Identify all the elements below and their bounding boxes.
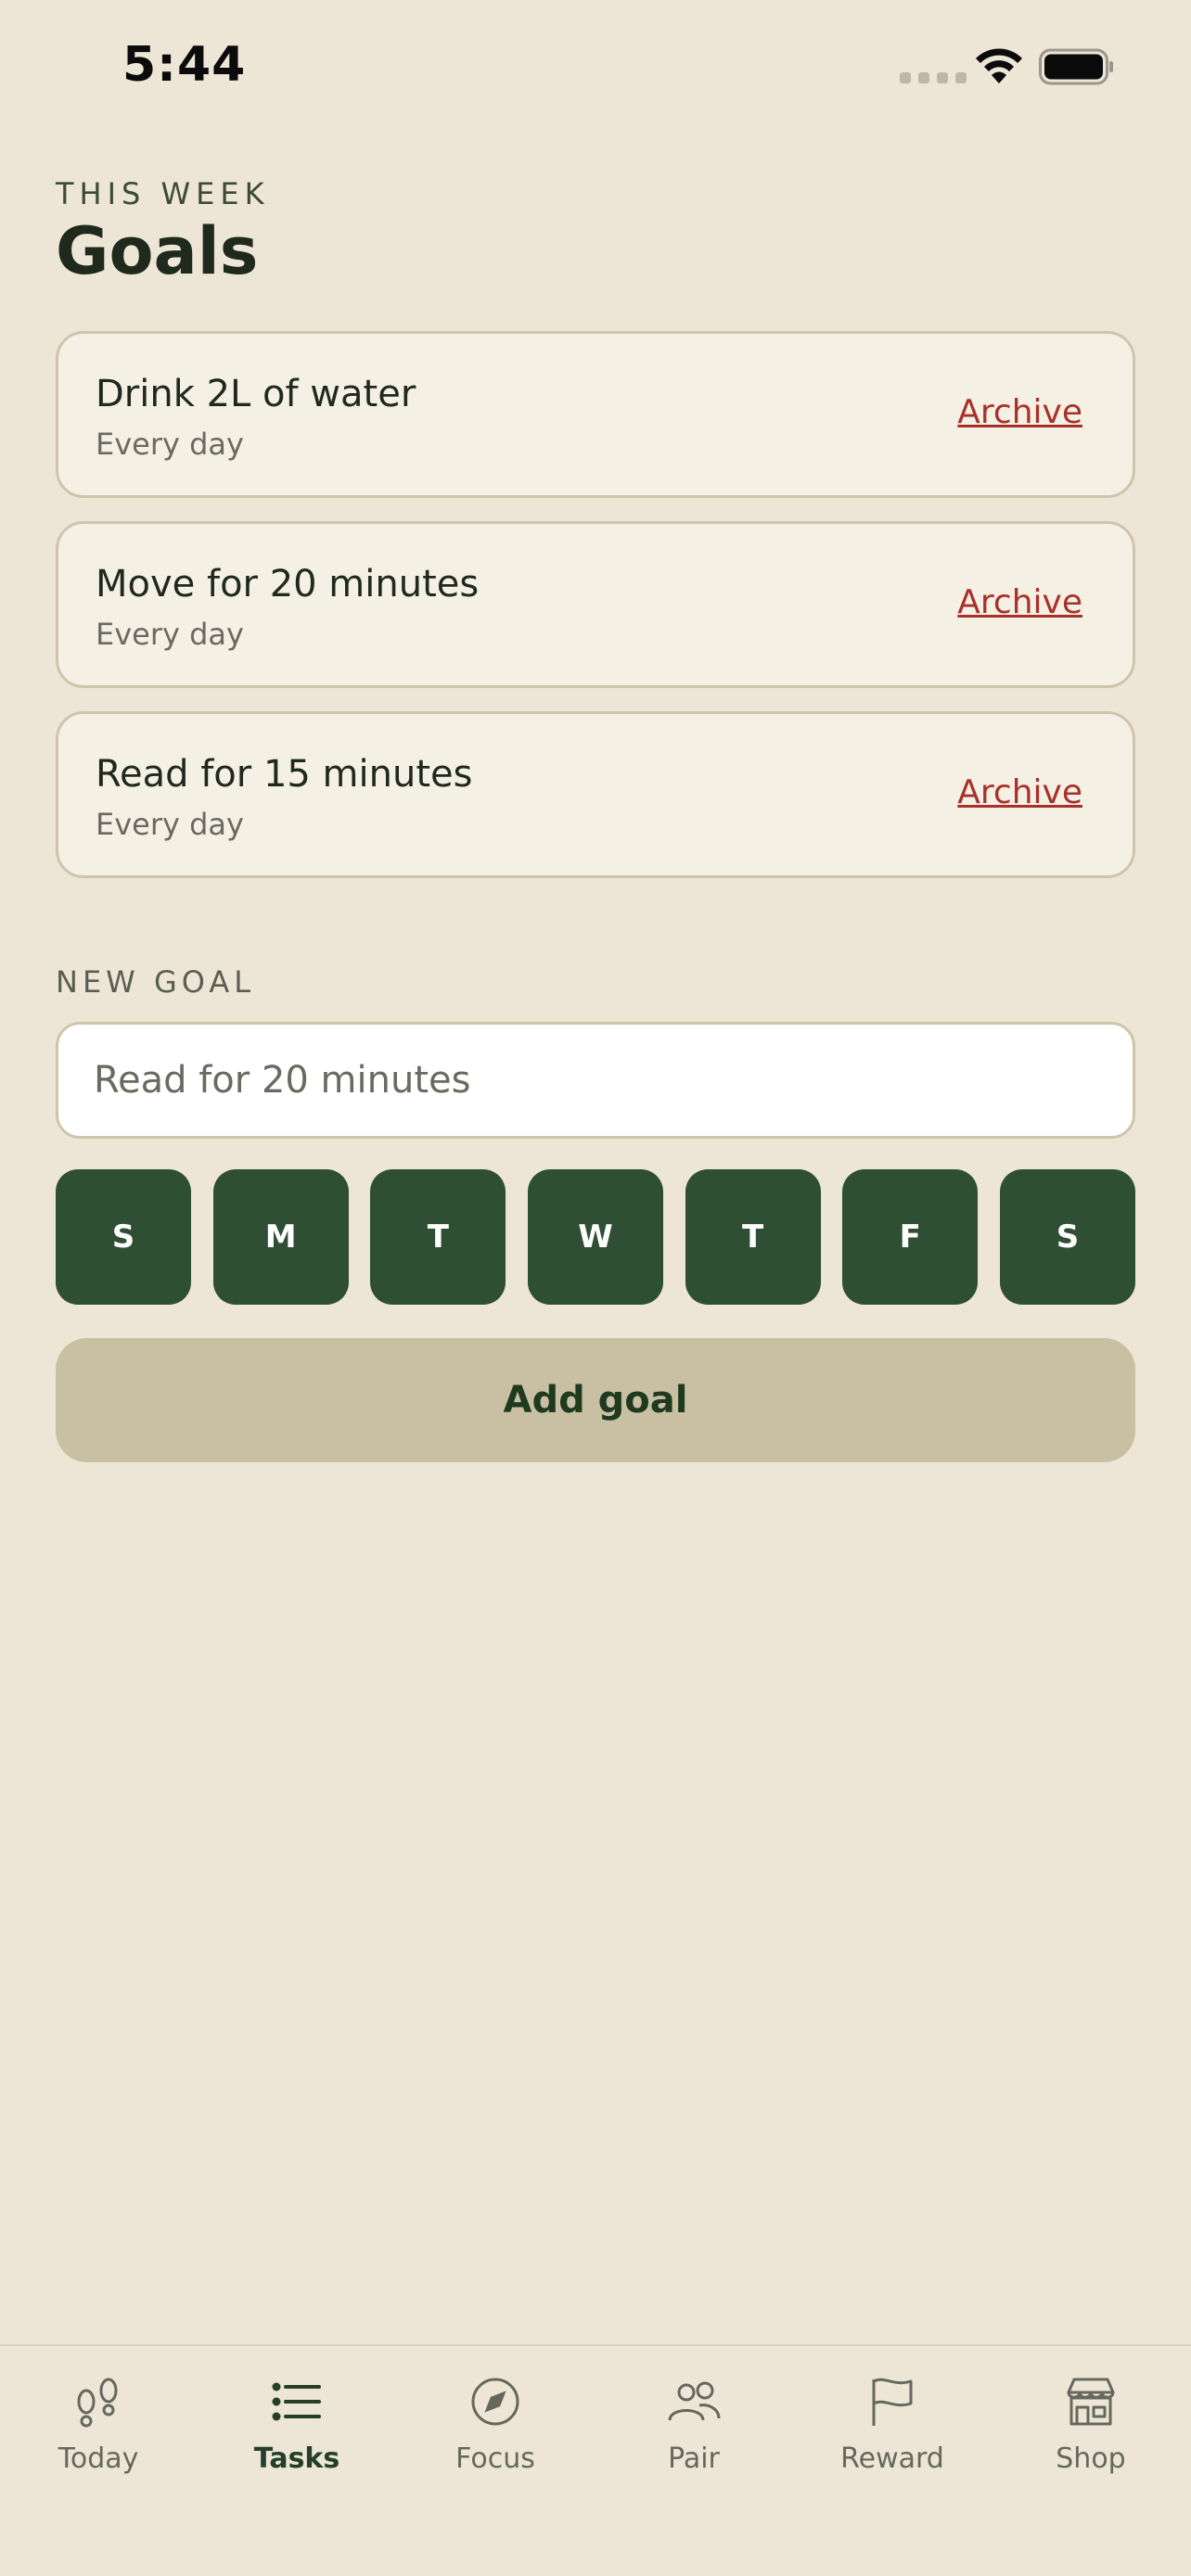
storefront-icon: [1067, 2378, 1115, 2426]
day-selector: S M T W T F S: [56, 1169, 1135, 1305]
goal-frequency: Every day: [96, 617, 244, 652]
tab-label: Focus: [455, 2442, 535, 2475]
status-bar: 5:44: [0, 0, 1191, 139]
goal-title: Read for 15 minutes: [96, 753, 473, 796]
tab-label: Pair: [668, 2442, 720, 2475]
new-goal-input[interactable]: [56, 1022, 1135, 1139]
day-toggle-wednesday[interactable]: W: [527, 1169, 663, 1305]
goal-title: Move for 20 minutes: [96, 563, 480, 606]
day-toggle-tuesday[interactable]: T: [370, 1169, 506, 1305]
goals-screen: 5:44 THIS WEEK Goals Drink 2L of water E…: [0, 0, 1191, 2576]
tab-label: Today: [58, 2442, 139, 2475]
wifi-icon: [976, 48, 1022, 83]
goal-list: Drink 2L of water Every day Archive Move…: [56, 331, 1135, 901]
tab-today[interactable]: Today: [15, 2374, 182, 2504]
goal-card: Drink 2L of water Every day Archive: [56, 331, 1135, 498]
tab-focus[interactable]: Focus: [412, 2374, 579, 2504]
tab-bar: Today Tasks Focus Pair Reward Shop: [0, 2344, 1191, 2576]
list-icon: [272, 2382, 321, 2421]
status-time: 5:44: [122, 37, 247, 93]
tab-shop[interactable]: Shop: [1007, 2374, 1174, 2504]
goal-card: Read for 15 minutes Every day Archive: [56, 711, 1135, 878]
tab-label: Reward: [840, 2442, 944, 2475]
tab-pair[interactable]: Pair: [610, 2374, 777, 2504]
signal-icon: [900, 72, 967, 83]
footprints-icon: [77, 2378, 118, 2428]
day-toggle-saturday[interactable]: S: [999, 1169, 1135, 1305]
archive-button[interactable]: Archive: [957, 583, 1082, 621]
tab-reward[interactable]: Reward: [809, 2374, 976, 2504]
add-goal-button[interactable]: Add goal: [56, 1338, 1135, 1462]
battery-icon: [1039, 48, 1113, 85]
day-toggle-thursday[interactable]: T: [685, 1169, 821, 1305]
goal-card: Move for 20 minutes Every day Archive: [56, 521, 1135, 688]
compass-icon: [471, 2378, 519, 2426]
day-toggle-sunday[interactable]: S: [56, 1169, 191, 1305]
page-title: Goals: [56, 213, 259, 289]
day-toggle-monday[interactable]: M: [212, 1169, 349, 1305]
goal-frequency: Every day: [96, 807, 244, 842]
section-eyebrow: THIS WEEK: [56, 176, 270, 211]
people-icon: [668, 2381, 721, 2421]
tab-label: Shop: [1056, 2442, 1126, 2475]
goal-frequency: Every day: [96, 427, 244, 462]
tab-label: Tasks: [253, 2442, 340, 2475]
flag-icon: [872, 2378, 913, 2426]
day-toggle-friday[interactable]: F: [842, 1169, 979, 1305]
tab-tasks[interactable]: Tasks: [213, 2374, 380, 2504]
archive-button[interactable]: Archive: [957, 773, 1082, 811]
goal-title: Drink 2L of water: [96, 373, 416, 415]
new-goal-label: NEW GOAL: [56, 964, 256, 1000]
archive-button[interactable]: Archive: [957, 393, 1082, 431]
